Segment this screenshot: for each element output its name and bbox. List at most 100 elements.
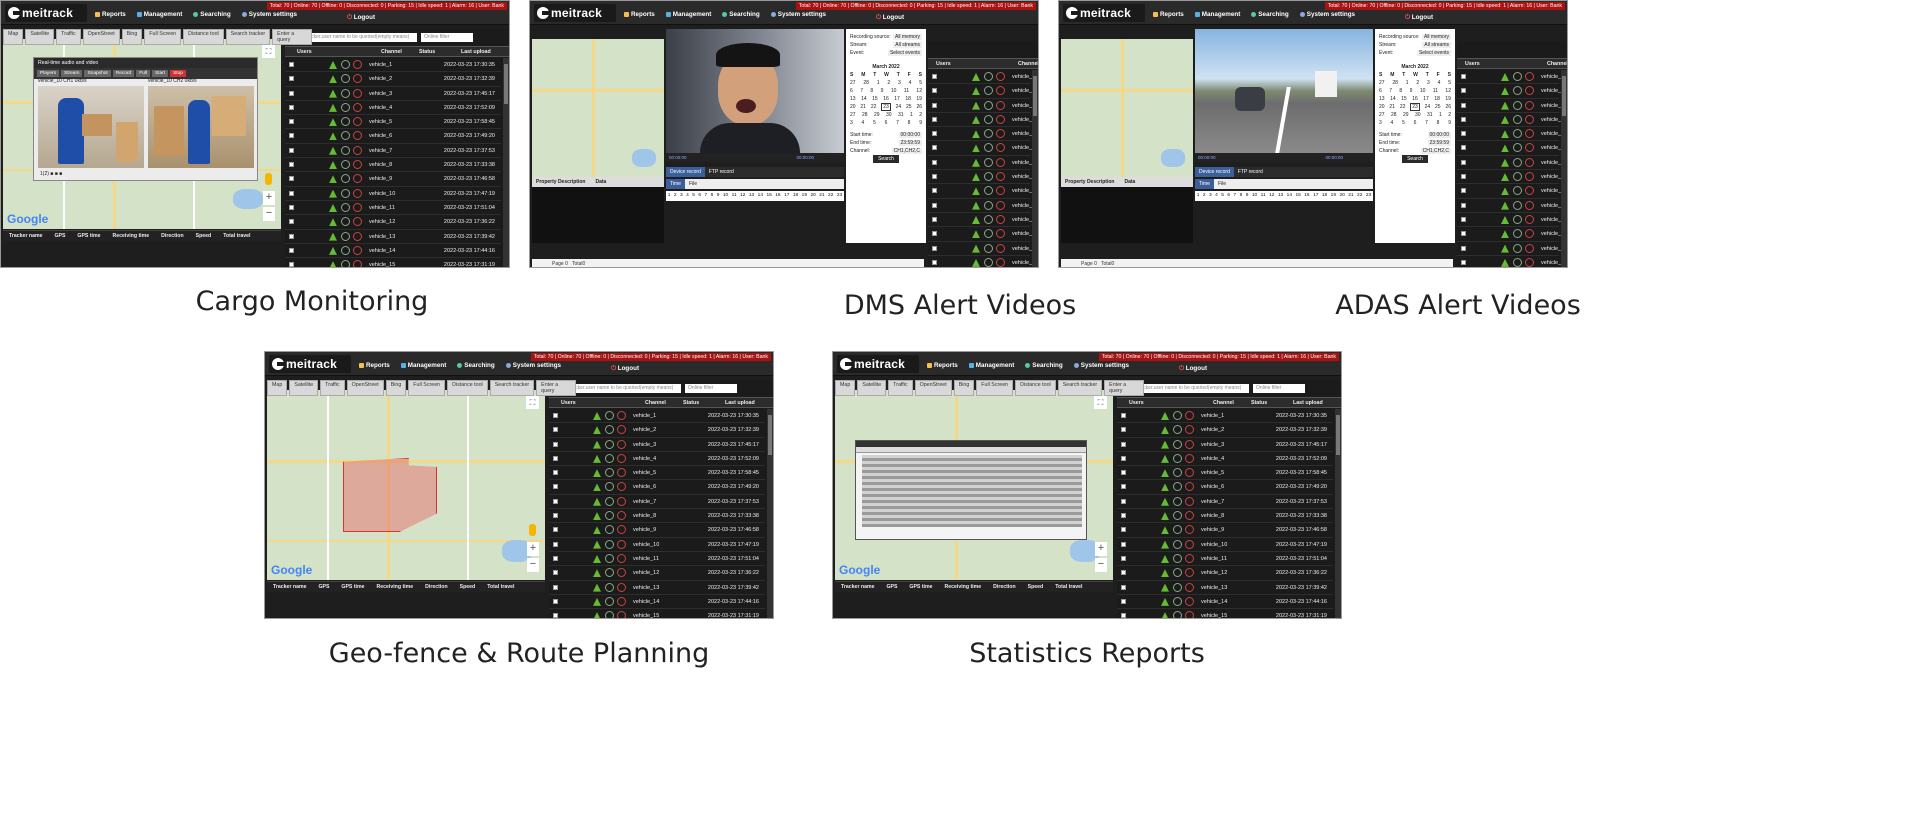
calendar-day[interactable]: 2 [887,80,890,86]
vehicle-row[interactable]: vehicle_4 [928,113,1035,128]
row-checkbox[interactable] [553,598,558,604]
scroll-thumb[interactable] [1562,76,1566,116]
row-checkbox[interactable] [1121,413,1126,418]
column-users[interactable]: Users [561,400,576,406]
vehicle-list-scrollbar[interactable] [1561,70,1567,267]
report-window[interactable] [855,440,1087,540]
start-button[interactable]: Start [151,70,169,77]
row-checkbox[interactable] [1121,613,1126,618]
row-checkbox[interactable] [1461,231,1466,237]
calendar-day[interactable]: 20 [850,104,856,110]
vehicle-row[interactable]: vehicle_3 [1457,99,1564,113]
calendar-day[interactable]: 14 [1390,96,1396,102]
vehicle-row[interactable]: vehicle_1 [928,70,1035,85]
row-checkbox[interactable] [289,247,294,253]
zoom-in-button[interactable]: + [527,542,539,556]
event-select[interactable]: Event: Select events [846,49,926,57]
calendar-day[interactable]: 28 [863,80,869,86]
calendar-day[interactable]: 23 [881,103,891,111]
calendar-day[interactable]: 25 [1435,104,1441,110]
stream-button[interactable]: Stream [61,70,83,77]
logout-button[interactable]: ⏻ Logout [347,14,375,22]
event-select[interactable]: Event: Select events [1375,49,1455,57]
calendar-day[interactable]: 31 [1427,112,1433,118]
row-checkbox[interactable] [932,116,937,122]
calendar-day[interactable]: 12 [1445,88,1451,94]
row-checkbox[interactable] [932,202,937,208]
calendar-day[interactable]: 8 [1399,88,1402,94]
map-query-input[interactable]: Enter a query [1104,380,1145,396]
vehicle-row[interactable]: vehicle_5 2022-03-23 17:58:45 [549,466,765,481]
vehicle-row[interactable]: vehicle_12 [1457,227,1567,242]
calendar-week[interactable]: 27 28 29 30 31 1 2 [1375,111,1455,119]
calendar-week[interactable]: 6 7 8 9 10 11 12 [1375,87,1455,95]
vehicle-row[interactable]: vehicle_6 2022-03-23 17:49:20 [1117,480,1333,495]
row-checkbox[interactable] [1461,116,1466,122]
vehicle-list-scrollbar[interactable] [1032,70,1038,267]
online-filter-select[interactable]: Online filter [685,384,737,393]
vehicle-row[interactable]: vehicle_11 2022-03-23 17:51:04 [549,552,765,567]
vehicle-row[interactable]: vehicle_1 2022-03-23 17:30:35 [549,409,765,424]
calendar-day[interactable]: 6 [850,88,853,94]
vehicle-row[interactable]: vehicle_3 2022-03-23 17:45:17 [285,87,501,101]
logout-button[interactable]: ⏻ Logout [876,14,904,22]
calendar-day[interactable]: 7 [1425,120,1428,126]
vehicle-row[interactable]: vehicle_3 2022-03-23 17:45:17 [549,438,765,452]
fullscreen-icon[interactable]: ⛶ [1094,396,1107,409]
row-checkbox[interactable] [289,62,294,67]
video-timebar[interactable]: 00:00:00 00:00:00 [666,153,844,162]
row-checkbox[interactable] [289,147,294,153]
vehicle-row[interactable]: vehicle_9 2022-03-23 17:46:58 [285,172,501,187]
map[interactable]: ⛶ + − Google [835,390,1113,580]
calendar-day[interactable]: 3 [1427,80,1430,86]
full-button[interactable]: Full [136,70,150,77]
column-channel[interactable]: Channel [1018,61,1038,67]
calendar-week[interactable]: 20 21 22 23 24 25 26 [846,103,926,111]
vehicle-row[interactable]: vehicle_8 2022-03-23 17:33:38 [285,158,501,173]
calendar-day[interactable]: 8 [1437,120,1440,126]
vehicle-row[interactable]: vehicle_13 2022-03-23 17:39:42 [285,230,501,244]
calendar-day[interactable]: 4 [1438,80,1441,86]
players-button[interactable]: Players [37,70,59,77]
vehicle-row[interactable]: vehicle_12 2022-03-23 17:36:22 [549,566,765,581]
calendar-day[interactable]: 28 [862,112,868,118]
vehicle-row[interactable]: vehicle_12 2022-03-23 17:36:22 [1117,566,1333,581]
hour-ruler[interactable]: 1 2 3 4 5 6 7 8 9 10 11 12 13 14 15 16 17 18 19 20 21 22 23 [666,191,844,201]
vehicle-row[interactable]: vehicle_5 [928,127,1035,142]
row-checkbox[interactable] [289,219,294,225]
tab-device-record[interactable]: Device record [1195,167,1234,177]
snapshot-button[interactable]: Snapshot [84,70,111,77]
menu-management[interactable]: Management [665,11,711,18]
hour-ruler[interactable]: 1 2 3 4 5 6 7 8 9 10 11 12 13 14 15 16 17 18 19 20 21 22 23 [1195,191,1373,201]
calendar-day[interactable]: 9 [1448,120,1451,126]
calendar-day[interactable]: 27 [1379,80,1385,86]
calendar-day[interactable]: 27 [850,112,856,118]
vehicle-row[interactable]: vehicle_4 2022-03-23 17:52:09 [549,452,765,467]
stop-button[interactable]: Stop [170,70,186,77]
vehicle-row[interactable]: vehicle_1 [1457,70,1564,85]
calendar-day[interactable]: 5 [1448,80,1451,86]
online-filter-select[interactable]: Online filter [421,33,473,42]
row-checkbox[interactable] [1121,470,1126,476]
map[interactable] [532,39,664,177]
channel-select[interactable]: Channel: CH1,CH2,C [846,147,926,155]
row-checkbox[interactable] [289,204,294,210]
menu-system-settings[interactable]: System settings [505,362,561,369]
map-tab-full-screen[interactable]: Full Screen [144,29,182,45]
row-checkbox[interactable] [1121,498,1126,504]
calendar-day[interactable]: 18 [1434,96,1440,102]
row-checkbox[interactable] [932,74,937,79]
tab-time[interactable]: Time [1195,179,1214,189]
vehicle-row[interactable]: vehicle_10 2022-03-23 17:47:19 [1117,538,1333,552]
row-checkbox[interactable] [553,570,558,576]
vehicle-row[interactable]: vehicle_1 2022-03-23 17:30:35 [285,58,501,73]
calendar-day[interactable]: 9 [881,88,884,94]
row-checkbox[interactable] [289,262,294,267]
calendar-day[interactable]: 17 [894,96,900,102]
vehicle-row[interactable]: vehicle_4 2022-03-23 17:52:09 [1117,452,1333,467]
row-checkbox[interactable] [1461,145,1466,151]
recording-source-select[interactable]: Recording source: All memory [1375,33,1455,41]
row-checkbox[interactable] [1121,598,1126,604]
map-tab-openstreet[interactable]: OpenStreet [914,380,952,396]
map-tab-map[interactable]: Map [3,29,24,45]
